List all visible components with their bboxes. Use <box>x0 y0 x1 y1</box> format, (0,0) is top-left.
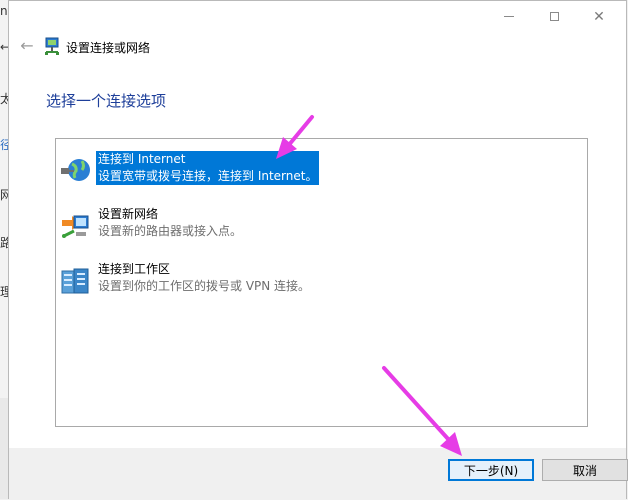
maximize-button[interactable] <box>531 1 577 32</box>
dialog-header: ← 设置连接或网络 <box>9 32 626 62</box>
option-label: 连接到工作区 <box>98 262 171 276</box>
cancel-button[interactable]: 取消 <box>542 459 628 481</box>
globe-icon <box>61 159 90 181</box>
background-text: 路 <box>0 236 8 250</box>
close-icon: ✕ <box>593 8 605 25</box>
setup-connection-dialog: ✕ ← 设置连接或网络 选择一个连接选项 连接到 Internet 设置宽带或拨… <box>8 0 628 500</box>
router-icon <box>62 215 89 238</box>
background-text: 网 <box>0 188 8 202</box>
option-label: 设置新网络 <box>98 207 159 221</box>
background-text: nt <box>0 4 8 18</box>
close-button[interactable]: ✕ <box>576 1 622 32</box>
maximize-icon <box>549 12 559 21</box>
network-setup-icon <box>45 37 59 55</box>
option-label: 连接到 Internet <box>96 151 320 168</box>
back-arrow-icon: ← <box>20 36 34 55</box>
option-new-network[interactable]: 设置新网络 设置新的路由器或接入点。 <box>60 206 580 246</box>
background-text: 太 <box>0 92 8 106</box>
background-text: 径 <box>0 138 8 152</box>
option-connect-workplace[interactable]: 连接到工作区 设置到你的工作区的拨号或 VPN 连接。 <box>60 261 580 301</box>
option-description: 设置新的路由器或接入点。 <box>98 224 243 238</box>
option-description: 设置宽带或拨号连接，连接到 Internet。 <box>96 168 320 185</box>
page-instruction: 选择一个连接选项 <box>46 92 167 110</box>
dialog-title: 设置连接或网络 <box>66 41 151 55</box>
option-text: 设置新网络 设置新的路由器或接入点。 <box>96 206 244 240</box>
next-button[interactable]: 下一步(N) <box>448 459 534 481</box>
background-text: ← <box>0 40 8 54</box>
workplace-icon <box>61 268 89 294</box>
background-text: 理 <box>0 285 8 299</box>
minimize-button[interactable] <box>486 1 532 32</box>
option-connect-internet[interactable]: 连接到 Internet 设置宽带或拨号连接，连接到 Internet。 <box>60 151 580 191</box>
title-bar: ✕ <box>9 1 626 32</box>
option-text: 连接到工作区 设置到你的工作区的拨号或 VPN 连接。 <box>96 261 312 295</box>
option-text: 连接到 Internet 设置宽带或拨号连接，连接到 Internet。 <box>96 151 320 185</box>
back-button[interactable]: ← <box>17 37 37 55</box>
connection-options-list: 连接到 Internet 设置宽带或拨号连接，连接到 Internet。 设置新… <box>55 138 588 427</box>
background-panel <box>0 398 8 499</box>
option-description: 设置到你的工作区的拨号或 VPN 连接。 <box>98 279 311 293</box>
minimize-icon <box>504 16 514 17</box>
dialog-footer: 下一步(N) 取消 <box>9 448 628 500</box>
